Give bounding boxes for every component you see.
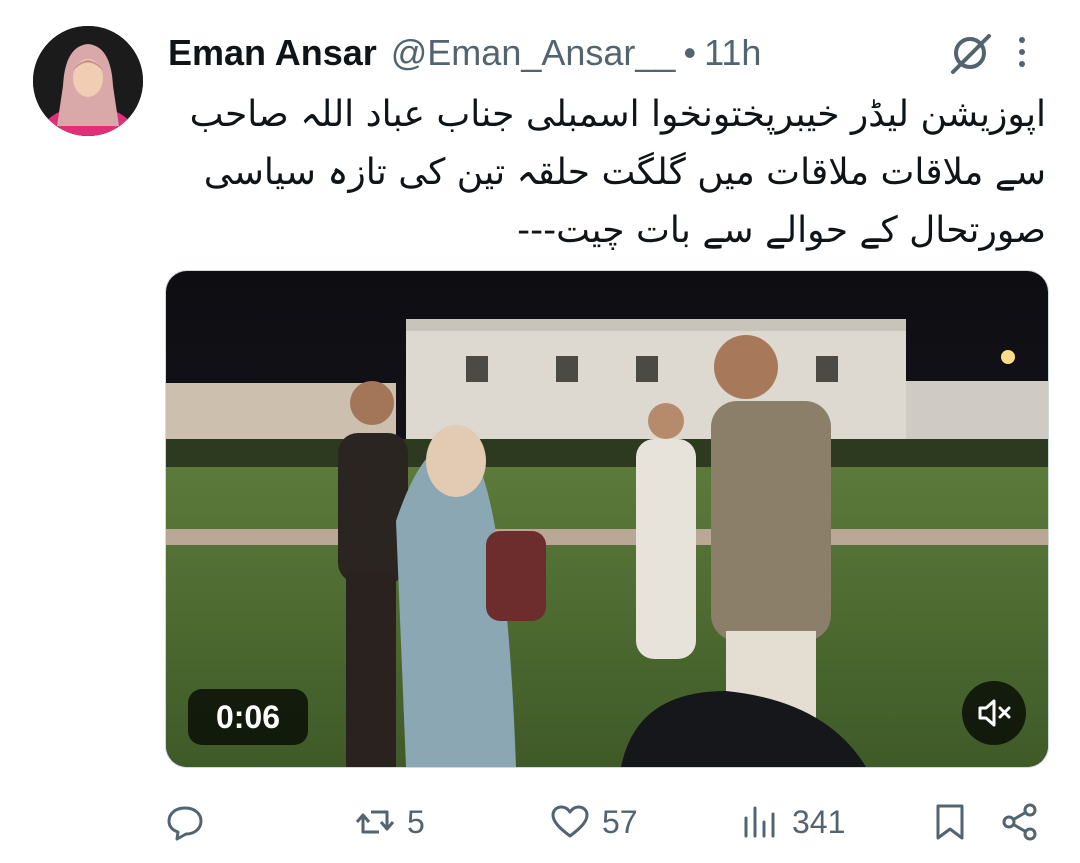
views-button[interactable]: 341 — [740, 790, 845, 854]
action-bar: 5 57 341 — [0, 790, 1080, 854]
views-icon — [744, 806, 775, 838]
like-button[interactable]: 57 — [550, 790, 638, 854]
grok-icon[interactable] — [945, 28, 995, 78]
author-name[interactable]: Eman Ansar — [168, 32, 377, 74]
like-count: 57 — [602, 803, 638, 840]
tweet-text: اپوزیشن لیڈر خیبرپختونخوا اسمبلی جناب عب… — [189, 94, 1046, 251]
author-handle[interactable]: @Eman_Ansar__ — [391, 32, 676, 74]
tweet-header: Eman Ansar @Eman_Ansar__ • 11h — [168, 30, 761, 76]
retweet-count: 5 — [407, 803, 425, 840]
views-count: 341 — [792, 803, 846, 840]
avatar-image — [33, 26, 143, 136]
retweet-icon — [355, 810, 395, 834]
retweet-button[interactable]: 5 — [355, 790, 425, 854]
more-icon[interactable] — [1010, 30, 1034, 74]
avatar[interactable] — [33, 26, 143, 136]
bookmark-icon — [936, 804, 964, 840]
video-duration: 0:06 — [188, 689, 308, 745]
volume-muted-icon — [978, 699, 1011, 727]
reply-button[interactable] — [165, 790, 217, 854]
mute-button[interactable] — [962, 681, 1026, 745]
share-icon — [1002, 803, 1037, 841]
reply-icon — [167, 806, 203, 841]
tweet-time[interactable]: 11h — [704, 32, 761, 74]
video-player[interactable]: 0:06 — [165, 270, 1049, 768]
like-icon — [551, 805, 589, 838]
separator-dot: • — [683, 32, 697, 73]
share-button[interactable] — [1000, 790, 1040, 854]
bookmark-button[interactable] — [930, 790, 970, 854]
